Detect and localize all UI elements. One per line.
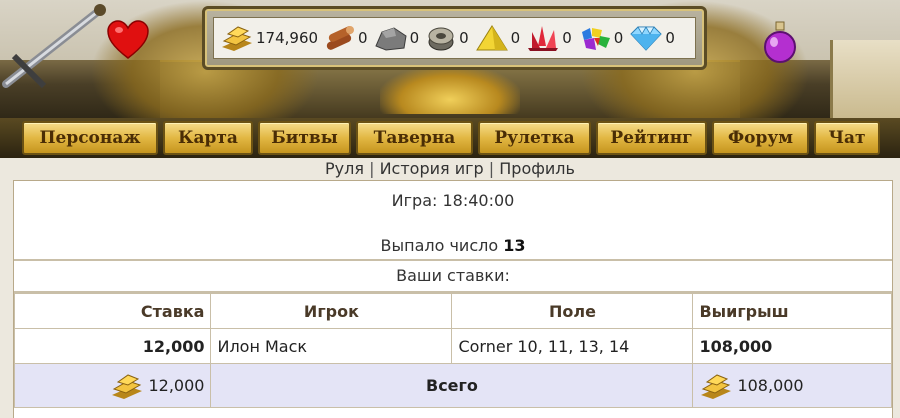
gold-bars-icon <box>701 373 732 399</box>
diamond-icon <box>630 26 663 51</box>
header-player: Игрок <box>210 293 453 329</box>
table-row: 12,000 Илон Маск Corner 10, 11, 13, 14 1… <box>13 328 892 364</box>
game-result: Выпало число 13 <box>14 210 892 255</box>
bets-table: Ставка Игрок Поле Выигрыш 12,000 Илон Ма… <box>13 293 892 408</box>
resource-sulfur: 0 <box>475 24 521 52</box>
separator: | <box>369 159 375 178</box>
diamond-amount: 0 <box>665 29 675 47</box>
nav-battles-button[interactable]: Битвы <box>258 121 351 155</box>
nav-forum-button[interactable]: Форум <box>712 121 809 155</box>
sword-icon <box>2 4 106 89</box>
game-history-link[interactable]: История игр <box>380 159 484 178</box>
resource-wood: 0 <box>324 24 368 52</box>
resource-iron: 0 <box>425 24 469 52</box>
nav-map-button[interactable]: Карта <box>163 121 253 155</box>
sulfur-icon <box>475 25 508 51</box>
gold-amount: 174,960 <box>256 29 319 47</box>
wood-logs-icon <box>326 26 355 50</box>
nav-character-button[interactable]: Персонаж <box>22 121 158 155</box>
iron-amount: 0 <box>459 29 469 47</box>
gold-treasure-ornament <box>380 66 520 114</box>
game-result-panel: Игра: 18:40:00 Выпало число 13 Ваши став… <box>13 180 893 418</box>
gold-bars-icon <box>222 26 252 51</box>
separator: | <box>488 159 495 178</box>
crystal-icon <box>528 26 559 51</box>
stone-icon <box>374 27 407 51</box>
nav-chat-button[interactable]: Чат <box>814 121 880 155</box>
iron-ore-icon <box>428 27 454 51</box>
resource-crystal: 0 <box>526 24 572 52</box>
castle-ornament <box>830 40 900 120</box>
gems-icon <box>581 28 610 50</box>
gold-bars-icon <box>112 373 143 399</box>
bets-title: Ваши ставки: <box>14 261 892 293</box>
roulette-link[interactable]: Руля <box>325 159 364 178</box>
total-stake: 12,000 <box>148 376 205 395</box>
roulette-subnav: Руля | История игр | Профиль <box>0 158 900 180</box>
crystal-amount: 0 <box>562 29 572 47</box>
header-win: Выигрыш <box>692 293 892 329</box>
total-win-cell: 108,000 <box>692 363 892 408</box>
nav-roulette-button[interactable]: Рулетка <box>478 121 591 155</box>
nav-tavern-button[interactable]: Таверна <box>356 121 473 155</box>
cell-field: Corner 10, 11, 13, 14 <box>451 328 694 364</box>
cell-win: 108,000 <box>692 328 892 364</box>
total-stake-cell: 12,000 <box>13 363 212 408</box>
header-banner: 174,960 0 0 0 0 0 0 0 <box>0 0 900 120</box>
resource-bar: 174,960 0 0 0 0 0 0 0 <box>202 6 707 70</box>
table-header-row: Ставка Игрок Поле Выигрыш <box>13 293 892 329</box>
game-info: Игра: 18:40:00 Выпало число 13 <box>14 181 892 261</box>
resource-gems: 0 <box>578 24 624 52</box>
sulfur-amount: 0 <box>510 29 521 47</box>
stone-amount: 0 <box>409 29 420 47</box>
gems-amount: 0 <box>613 29 624 47</box>
potion-icon[interactable] <box>760 20 800 64</box>
total-row: 12,000 Всего 108,000 <box>13 363 892 408</box>
heart-icon[interactable] <box>107 20 149 60</box>
game-time: Игра: 18:40:00 <box>391 191 515 210</box>
wood-amount: 0 <box>358 29 368 47</box>
profile-link[interactable]: Профиль <box>499 159 575 178</box>
result-number: 13 <box>503 236 526 255</box>
header-stake: Ставка <box>13 293 212 329</box>
cell-player: Илон Маск <box>210 328 453 364</box>
resource-gold: 174,960 <box>220 23 318 53</box>
nav-rating-button[interactable]: Рейтинг <box>596 121 707 155</box>
result-label: Выпало число <box>380 236 499 255</box>
total-win: 108,000 <box>737 376 804 395</box>
resource-stone: 0 <box>374 24 420 52</box>
header-field: Поле <box>451 293 694 329</box>
total-label: Всего <box>210 363 694 408</box>
main-nav: Персонаж Карта Битвы Таверна Рулетка Рей… <box>0 118 900 158</box>
resource-diamond: 0 <box>629 24 675 52</box>
cell-stake: 12,000 <box>13 328 212 364</box>
